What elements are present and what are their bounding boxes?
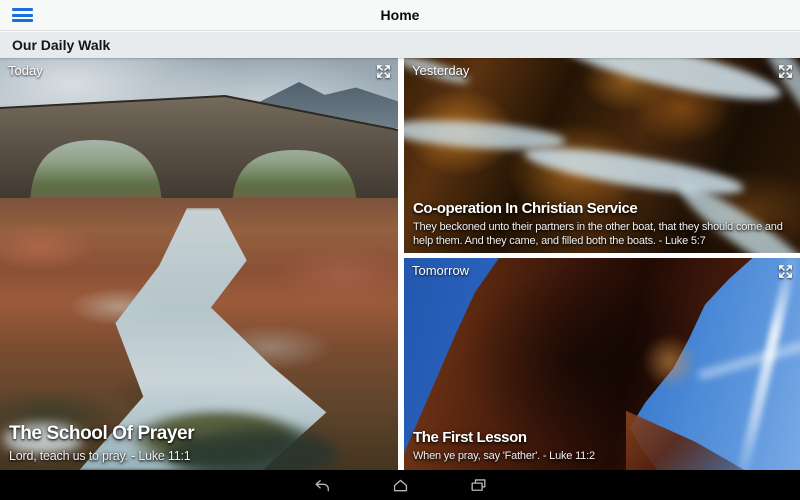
rock-highlight-illustration: [641, 334, 698, 390]
devotional-title: The First Lesson: [413, 429, 527, 447]
app-screen: Home Our Daily Walk Today The School Of …: [0, 0, 800, 500]
section-title: Our Daily Walk: [12, 37, 111, 53]
cards-grid: Today The School Of Prayer Lord, teach u…: [0, 58, 800, 470]
devotional-verse: They beckoned unto their partners in the…: [413, 220, 783, 248]
devotional-title: The School Of Prayer: [9, 422, 195, 444]
stone-bridge-illustration: [0, 94, 398, 210]
page-title: Home: [380, 7, 420, 23]
devotional-card-today[interactable]: Today The School Of Prayer Lord, teach u…: [0, 58, 398, 470]
devotional-caption: Co-operation In Christian Service They b…: [413, 200, 790, 249]
recent-apps-icon: [470, 478, 486, 491]
back-button[interactable]: [307, 472, 338, 498]
expand-fullscreen-icon[interactable]: [777, 63, 794, 80]
devotional-card-tomorrow[interactable]: Tomorrow The First Lesson When ye pray, …: [404, 258, 800, 470]
expand-fullscreen-icon[interactable]: [777, 263, 794, 280]
home-button[interactable]: [385, 472, 416, 498]
section-header-bar: Our Daily Walk: [0, 32, 800, 58]
devotional-caption: The First Lesson When ye pray, say 'Fath…: [413, 429, 794, 464]
day-badge-today: Today: [8, 63, 43, 78]
android-navigation-bar: [0, 470, 800, 500]
day-badge-yesterday: Yesterday: [412, 63, 470, 78]
top-action-bar: Home: [0, 0, 800, 31]
day-badge-tomorrow: Tomorrow: [412, 263, 470, 278]
devotional-verse: Lord, teach us to pray. - Luke 11:1: [9, 448, 191, 463]
devotional-verse: When ye pray, say 'Father'. - Luke 11:2: [413, 450, 595, 463]
devotional-title: Co-operation In Christian Service: [413, 199, 638, 217]
devotional-card-yesterday[interactable]: Yesterday Co-operation In Christian Serv…: [404, 58, 800, 253]
home-icon: [393, 479, 407, 491]
expand-fullscreen-icon[interactable]: [375, 63, 392, 80]
devotional-caption: The School Of Prayer Lord, teach us to p…: [9, 423, 392, 465]
back-icon: [314, 479, 329, 491]
today-photo-bridge: [0, 58, 398, 470]
recents-button[interactable]: [463, 472, 494, 498]
